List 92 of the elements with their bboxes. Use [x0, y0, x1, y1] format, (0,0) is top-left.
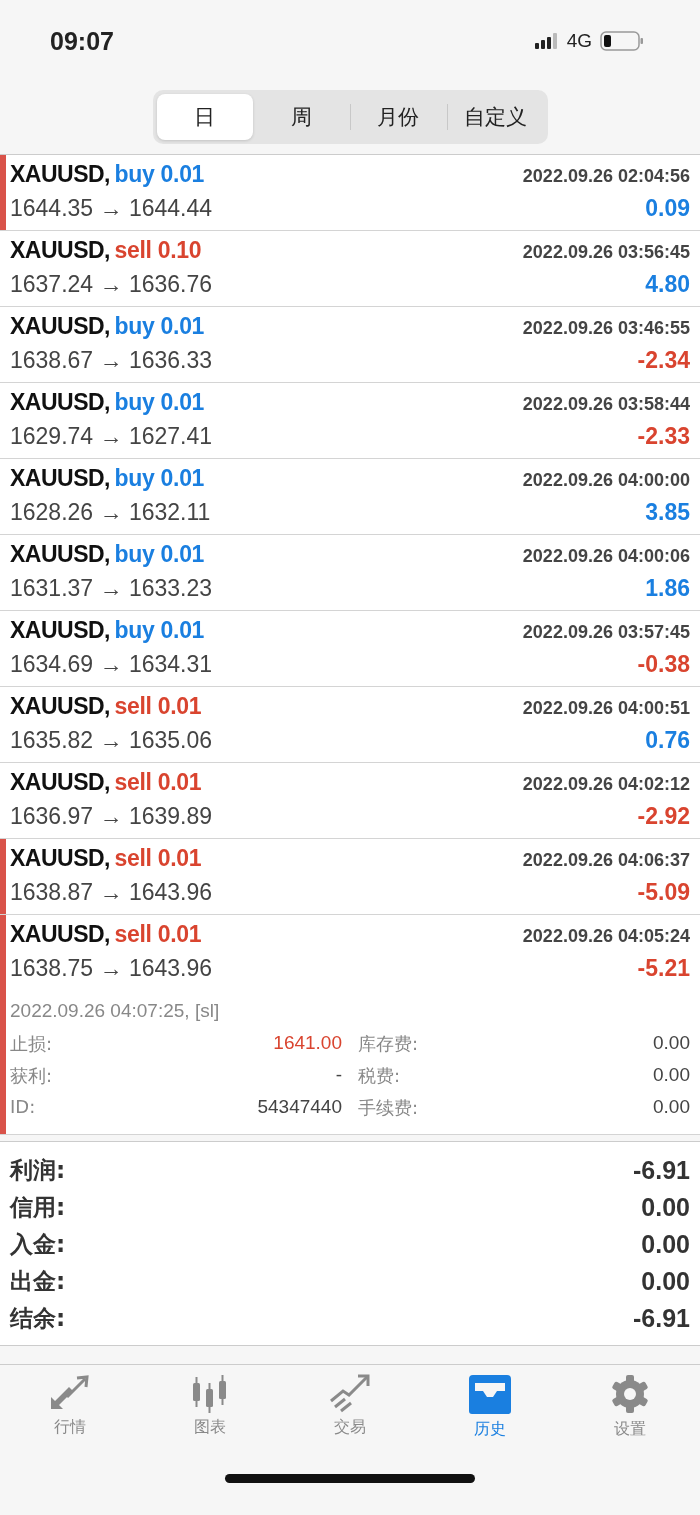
deal-prices: 1638.75 → 1643.96 — [10, 955, 213, 982]
deal-prices: 1634.69 → 1634.31 — [10, 651, 213, 678]
deal-type: buy 0.01 — [114, 389, 205, 415]
nav-tab[interactable]: 历史 — [420, 1373, 560, 1440]
deal-symbol: XAUUSD, — [10, 237, 110, 263]
deal-time: 2022.09.26 03:56:45 — [522, 242, 690, 263]
deal-type: buy 0.01 — [114, 465, 205, 491]
close-info: 2022.09.26 04:07:25, [sl] — [10, 1000, 221, 1022]
summary-label: 入金: — [10, 1230, 66, 1259]
period-tab[interactable]: 月份 — [350, 94, 447, 140]
detail-label: ID: — [10, 1096, 36, 1119]
deal-symbol: XAUUSD, — [10, 313, 110, 339]
deal-prices: 1628.26 → 1632.11 — [10, 499, 211, 526]
deal-symbol: XAUUSD, — [10, 465, 110, 491]
deal-profit: -5.09 — [637, 879, 690, 906]
trend-arrow-icon — [327, 1373, 373, 1413]
deal-profit: 0.09 — [645, 195, 690, 222]
deal-profit: -5.21 — [637, 955, 690, 982]
deal-time: 2022.09.26 02:04:56 — [522, 166, 690, 187]
deal-profit: 0.76 — [645, 727, 690, 754]
period-tab[interactable]: 自定义 — [446, 94, 544, 140]
deal-profit: 4.80 — [645, 271, 690, 298]
deal-profit: -2.34 — [637, 347, 690, 374]
signal-icon — [534, 33, 559, 49]
detail-label: 税费: — [358, 1064, 401, 1088]
deal-prices: 1629.74 → 1627.41 — [10, 423, 213, 450]
deal-type: buy 0.01 — [114, 541, 205, 567]
deal-symbol: XAUUSD, — [10, 389, 110, 415]
deal-profit: 3.85 — [645, 499, 690, 526]
period-tab[interactable]: 周 — [253, 94, 350, 140]
deal-time: 2022.09.26 04:00:51 — [522, 698, 690, 719]
deal-profit: -0.38 — [637, 651, 690, 678]
deal-symbol: XAUUSD, — [10, 921, 110, 947]
deal-prices: 1644.35 → 1644.44 — [10, 195, 213, 222]
deal-type: sell 0.10 — [114, 237, 202, 263]
summary-value: -6.91 — [633, 1156, 690, 1185]
deal-time: 2022.09.26 03:46:55 — [522, 318, 690, 339]
summary-value: 0.00 — [641, 1230, 690, 1259]
summary-label: 利润: — [10, 1156, 66, 1185]
detail-value: 0.00 — [652, 1032, 690, 1055]
deal-time: 2022.09.26 04:00:06 — [522, 546, 690, 567]
period-tab[interactable]: 日 — [156, 94, 254, 140]
deal-row[interactable]: XAUUSD, buy 0.01 2022.09.26 03:58:44 1629.74 → 1627.41 -2.33 — [0, 383, 700, 459]
deal-row[interactable]: XAUUSD, sell 0.01 2022.09.26 04:00:51 1635.82 → 1635.06 0.76 — [0, 687, 700, 763]
deal-time: 2022.09.26 04:02:12 — [522, 774, 690, 795]
deal-prices: 1636.97 → 1639.89 — [10, 803, 213, 830]
deal-type: buy 0.01 — [114, 161, 205, 187]
detail-label: 止损: — [10, 1032, 53, 1056]
deal-profit: -2.92 — [637, 803, 690, 830]
summary-label: 出金: — [10, 1267, 66, 1296]
deal-symbol: XAUUSD, — [10, 769, 110, 795]
deal-symbol: XAUUSD, — [10, 693, 110, 719]
battery-icon — [600, 31, 644, 51]
inbox-icon — [467, 1373, 513, 1415]
deal-time: 2022.09.26 04:00:00 — [522, 470, 690, 491]
deal-prices: 1635.82 → 1635.06 — [10, 727, 213, 754]
detail-value: 0.00 — [652, 1064, 690, 1087]
deal-row[interactable]: XAUUSD, buy 0.01 2022.09.26 03:46:55 1638.67 → 1636.33 -2.34 — [0, 307, 700, 383]
status-time: 09:07 — [50, 26, 114, 56]
deal-type: sell 0.01 — [114, 769, 202, 795]
deal-type: buy 0.01 — [114, 313, 205, 339]
summary-value: 0.00 — [641, 1267, 690, 1296]
deal-time: 2022.09.26 03:58:44 — [522, 394, 690, 415]
detail-label: 手续费: — [358, 1096, 419, 1120]
detail-value: 54347440 — [256, 1096, 342, 1119]
detail-label: 获利: — [10, 1064, 53, 1088]
detail-value: - — [334, 1064, 342, 1087]
detail-value: 0.00 — [652, 1096, 690, 1119]
deal-time: 2022.09.26 04:05:24 — [522, 926, 690, 947]
deal-type: sell 0.01 — [114, 845, 202, 871]
deal-time: 2022.09.26 04:06:37 — [522, 850, 690, 871]
deal-prices: 1638.87 → 1643.96 — [10, 879, 213, 906]
detail-label: 库存费: — [358, 1032, 419, 1056]
deal-profit: 1.86 — [645, 575, 690, 602]
summary-value: -6.91 — [633, 1304, 690, 1333]
deal-type: sell 0.01 — [114, 921, 202, 947]
deal-type: sell 0.01 — [114, 693, 202, 719]
deal-prices: 1638.67 → 1636.33 — [10, 347, 213, 374]
deal-symbol: XAUUSD, — [10, 617, 110, 643]
deal-prices: 1631.37 → 1633.23 — [10, 575, 213, 602]
summary-value: 0.00 — [641, 1193, 690, 1222]
deal-time: 2022.09.26 03:57:45 — [522, 622, 690, 643]
deal-symbol: XAUUSD, — [10, 845, 110, 871]
deal-symbol: XAUUSD, — [10, 161, 110, 187]
deal-prices: 1637.24 → 1636.76 — [10, 271, 213, 298]
deal-symbol: XAUUSD, — [10, 541, 110, 567]
deal-type: buy 0.01 — [114, 617, 205, 643]
network-label: 4G — [566, 30, 592, 52]
summary-label: 信用: — [10, 1193, 66, 1222]
detail-value: 1641.00 — [272, 1032, 342, 1055]
summary-label: 结余: — [10, 1304, 66, 1333]
deal-profit: -2.33 — [637, 423, 690, 450]
